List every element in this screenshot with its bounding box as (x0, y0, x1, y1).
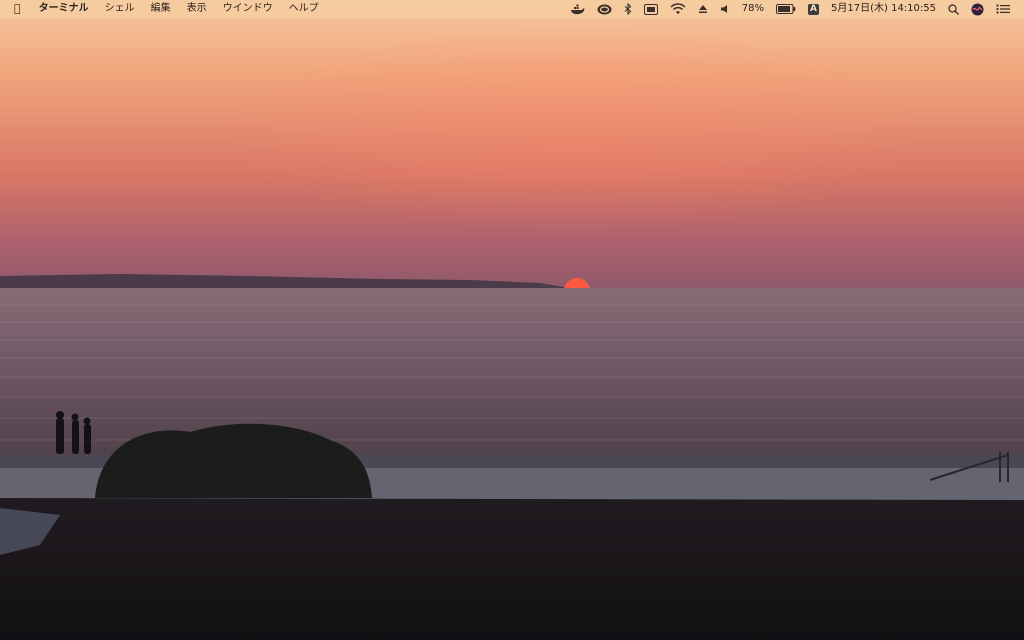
battery-icon[interactable] (770, 0, 802, 18)
docker-icon[interactable] (564, 0, 591, 18)
menu-window[interactable]: ウインドウ (215, 0, 281, 18)
wifi-icon[interactable] (664, 0, 692, 18)
desktop-wallpaper (0, 0, 1024, 640)
keyboard-viewer-icon[interactable] (638, 0, 664, 18)
siri-icon[interactable] (965, 0, 990, 18)
input-method-label: A (808, 3, 820, 15)
eject-icon[interactable] (692, 0, 714, 18)
bluetooth-icon[interactable] (618, 0, 638, 18)
notification-center-icon[interactable] (990, 0, 1016, 18)
menu-help[interactable]: ヘルプ (281, 0, 327, 18)
menu-app-name[interactable]: ターミナル (31, 0, 97, 18)
menu-view[interactable]: 表示 (179, 0, 215, 18)
input-method-icon[interactable]: A (802, 0, 825, 18)
clock[interactable]: 5月17日(木) 14:10:55 (825, 0, 942, 18)
menu-shell[interactable]: シェル (97, 0, 143, 18)
menu-edit[interactable]: 編集 (143, 0, 179, 18)
creative-cloud-icon[interactable] (591, 0, 618, 18)
apple-menu-icon[interactable]:  (0, 0, 31, 18)
battery-percent: 78% (741, 3, 765, 14)
volume-icon[interactable] (714, 0, 736, 18)
spotlight-search-icon[interactable] (942, 0, 965, 18)
menu-bar:  ターミナル シェル 編集 表示 ウインドウ ヘルプ 78% (0, 0, 1024, 18)
